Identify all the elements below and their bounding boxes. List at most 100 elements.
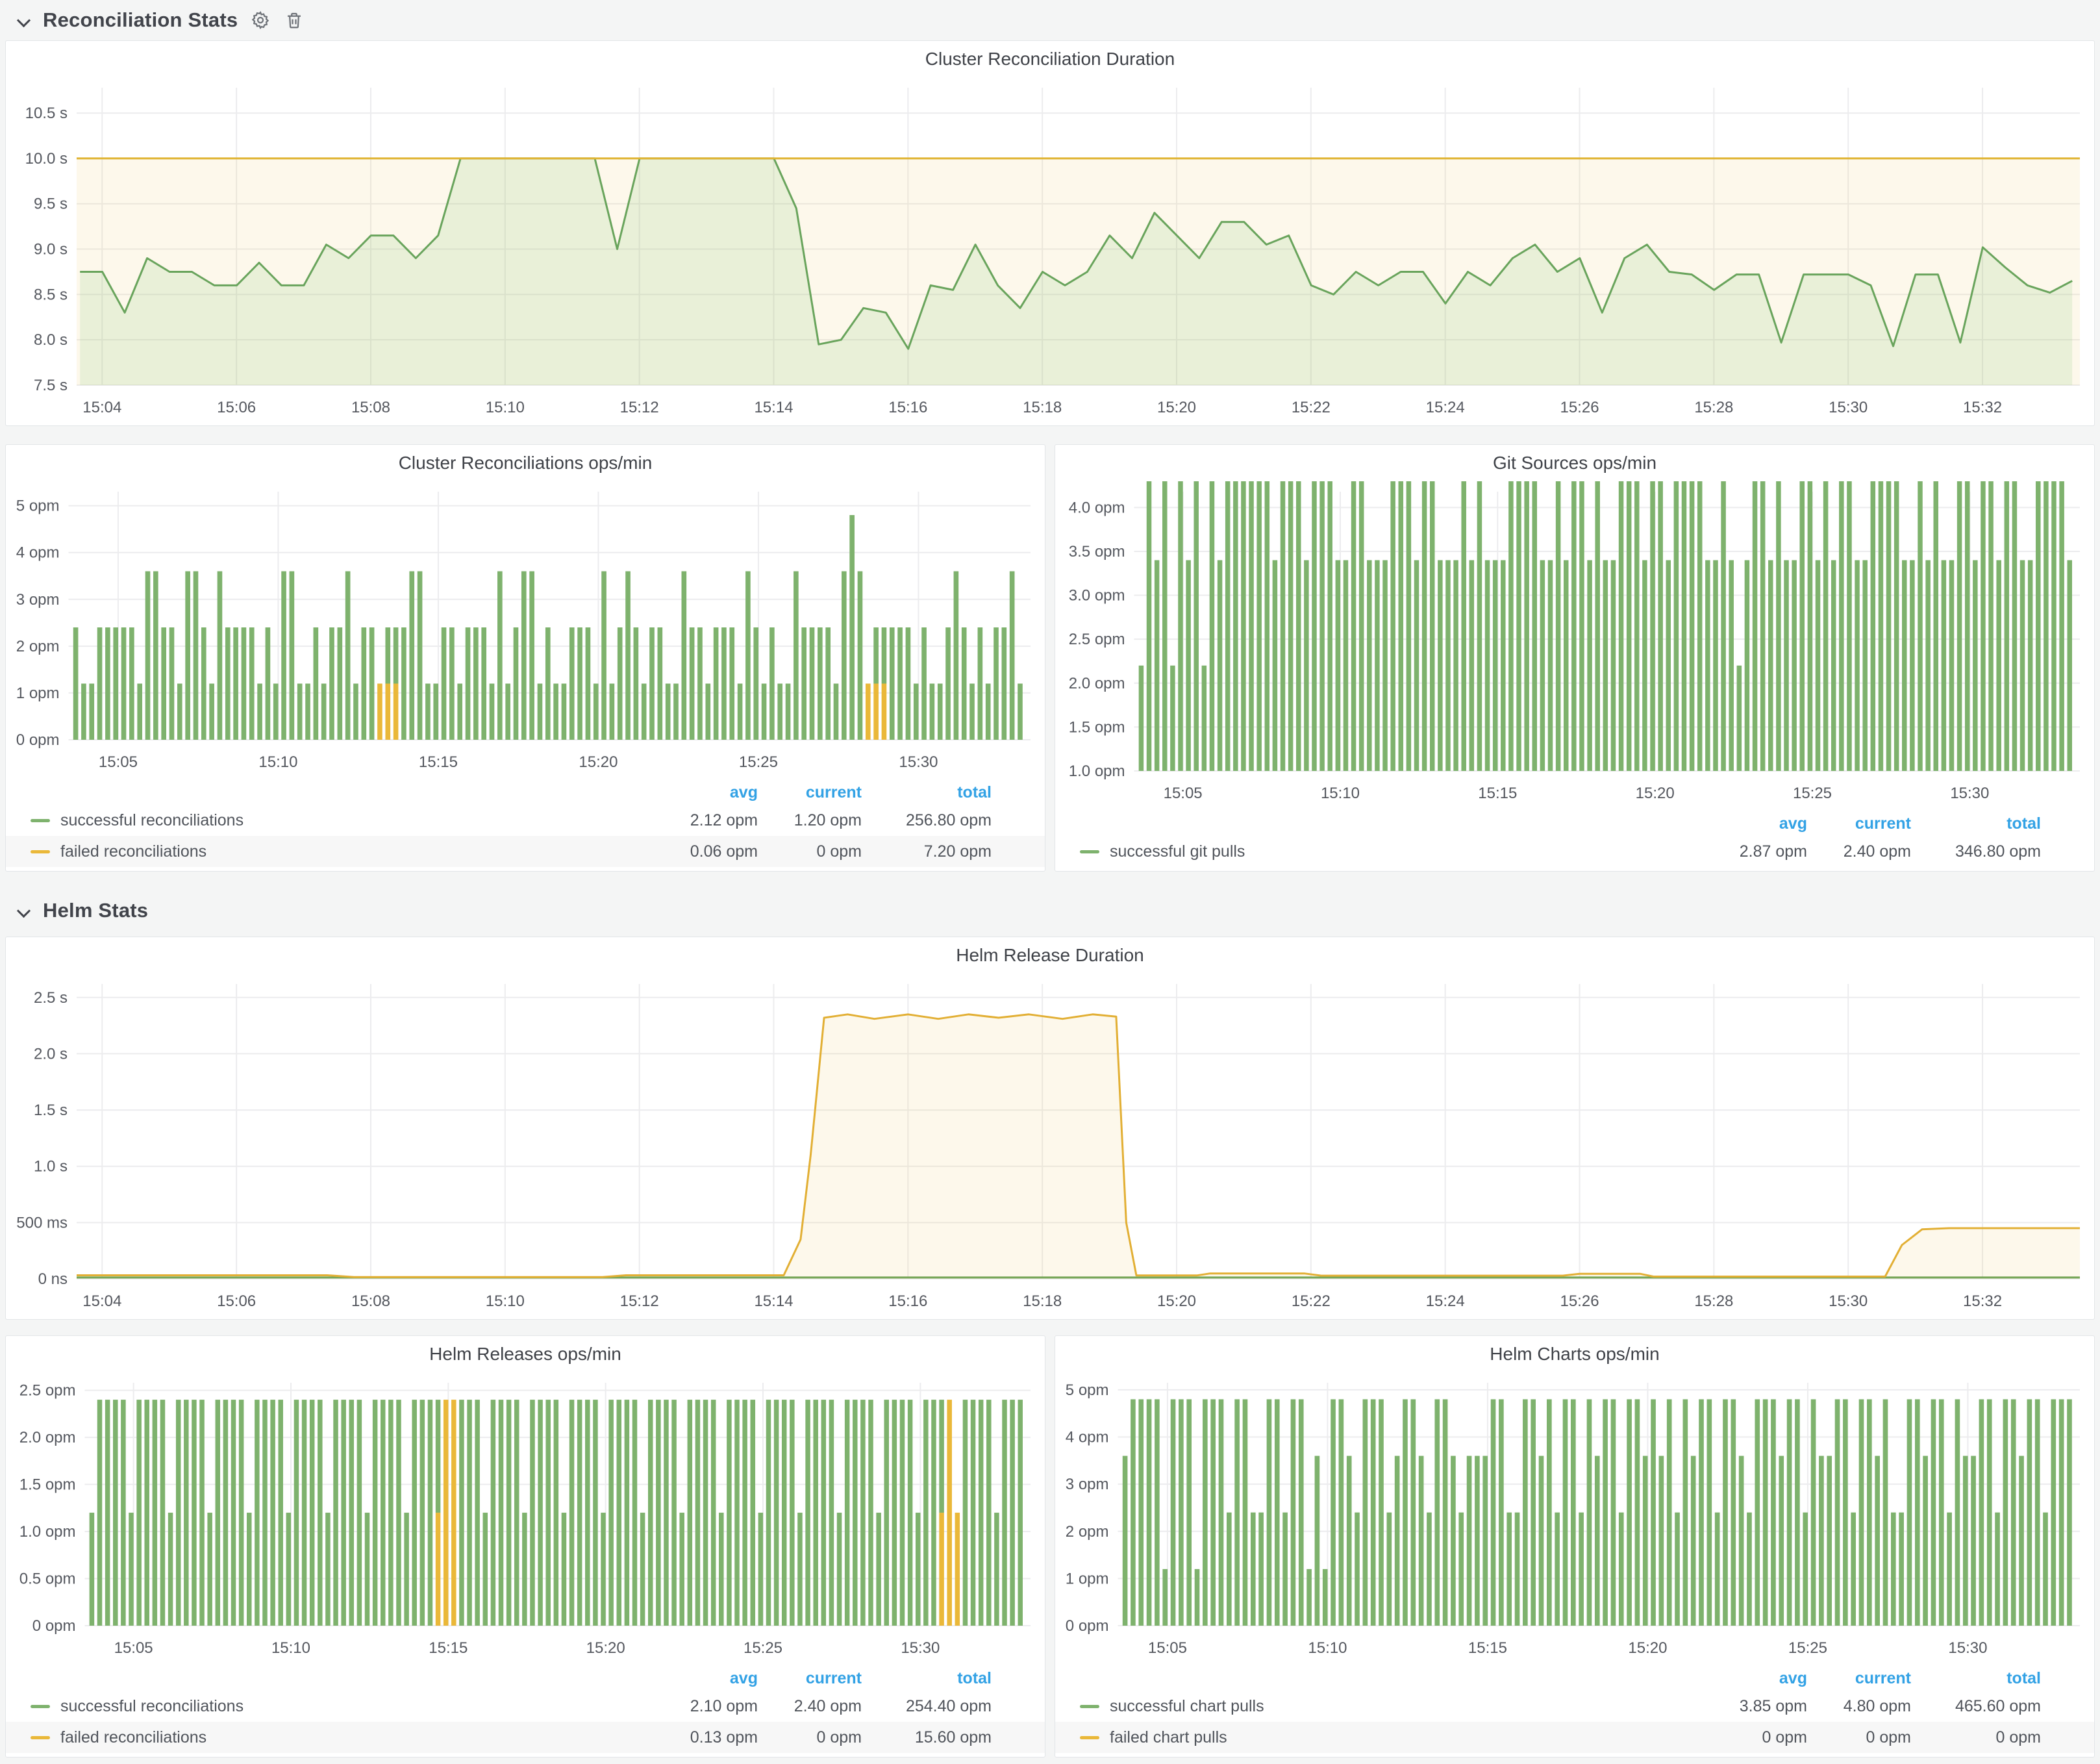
- legend-header-current[interactable]: current: [758, 1669, 862, 1688]
- bar-success: [1915, 1399, 1920, 1626]
- chart-canvas[interactable]: 15:0515:1015:1515:2015:2515:300 opm1 opm…: [1055, 1372, 2094, 1666]
- bar-success: [1931, 1399, 1936, 1626]
- y-tick-label: 9.0 s: [34, 241, 68, 258]
- bar-success: [2051, 481, 2056, 771]
- legend-value-total: 0 opm: [1911, 1728, 2041, 1747]
- panel-title[interactable]: Cluster Reconciliation Duration: [6, 41, 2094, 77]
- chart-canvas[interactable]: 15:0415:0615:0815:1015:1215:1415:1615:18…: [6, 974, 2094, 1319]
- bar-success: [255, 1400, 260, 1626]
- x-tick-label: 15:20: [586, 1639, 625, 1657]
- bar-success: [314, 627, 319, 740]
- section-title: Helm Stats: [43, 899, 148, 922]
- legend-header-avg[interactable]: avg: [654, 783, 758, 802]
- legend-header-current[interactable]: current: [758, 783, 862, 802]
- chart-canvas[interactable]: 15:0515:1015:1515:2015:2515:300 opm0.5 o…: [6, 1372, 1045, 1666]
- x-tick-label: 15:25: [1788, 1639, 1827, 1657]
- bar-success: [1210, 1399, 1216, 1626]
- bar-success: [1139, 666, 1144, 771]
- bar-success: [1839, 481, 1844, 771]
- legend-series-toggle[interactable]: failed chart pulls: [1080, 1728, 1703, 1747]
- bar-success: [420, 1400, 425, 1626]
- bar-success: [1691, 1456, 1696, 1626]
- bar-success: [425, 684, 431, 740]
- bar-success: [1331, 1399, 1336, 1626]
- x-tick-label: 15:15: [429, 1639, 468, 1657]
- legend-series-toggle[interactable]: successful reconciliations: [31, 811, 654, 830]
- bar-success: [1475, 1456, 1480, 1626]
- x-tick-label: 15:20: [1157, 1292, 1196, 1310]
- x-tick-label: 15:04: [82, 399, 121, 416]
- bar-success: [475, 1400, 480, 1626]
- bar-success: [719, 1513, 724, 1626]
- panel-title[interactable]: Helm Releases ops/min: [6, 1336, 1045, 1372]
- y-tick-label: 1.0 opm: [19, 1523, 76, 1541]
- section-header-helm-stats[interactable]: Helm Stats: [5, 894, 2095, 927]
- bar-success: [538, 684, 543, 740]
- bar-success: [249, 627, 255, 740]
- x-tick-label: 15:10: [1321, 785, 1360, 802]
- chart-canvas[interactable]: 15:0415:0615:0815:1015:1215:1415:1615:18…: [6, 77, 2094, 425]
- panel-title[interactable]: Git Sources ops/min: [1055, 445, 2094, 481]
- bar-success: [1555, 1513, 1560, 1626]
- bar-success: [1658, 481, 1663, 771]
- bar-success: [1233, 481, 1238, 771]
- bar-success: [648, 1400, 653, 1626]
- legend-series-toggle[interactable]: successful reconciliations: [31, 1697, 654, 1716]
- bar-success: [931, 1400, 936, 1626]
- chart-canvas[interactable]: 15:0515:1015:1515:2015:2515:301.0 opm1.5…: [1055, 481, 2094, 811]
- bar-success: [786, 684, 791, 740]
- panel-title[interactable]: Helm Charts ops/min: [1055, 1336, 2094, 1372]
- legend-header-avg[interactable]: avg: [1703, 1669, 1807, 1688]
- bar-success: [1650, 481, 1655, 771]
- bar-success: [266, 627, 271, 740]
- panel-title[interactable]: Helm Release Duration: [6, 937, 2094, 974]
- legend-series-toggle[interactable]: successful chart pulls: [1080, 1697, 1703, 1716]
- bar-success: [1587, 1399, 1592, 1626]
- bar-success: [1973, 560, 1978, 771]
- gear-icon[interactable]: [249, 9, 271, 31]
- x-tick-label: 15:30: [1948, 1639, 1987, 1657]
- bar-success: [1523, 1399, 1528, 1626]
- bar-success: [1831, 560, 1836, 771]
- bar-success: [656, 1400, 661, 1626]
- section-header-reconciliation-stats[interactable]: Reconciliation Stats: [5, 0, 2095, 40]
- legend-value-current: 1.20 opm: [758, 811, 862, 830]
- legend-header-total[interactable]: total: [862, 1669, 992, 1688]
- bar-success: [2043, 1513, 2048, 1626]
- legend-series-toggle[interactable]: failed reconciliations: [31, 1728, 654, 1747]
- legend-header-total[interactable]: total: [862, 783, 992, 802]
- legend-header-current[interactable]: current: [1807, 1669, 1911, 1688]
- bar-success: [522, 1513, 527, 1626]
- bar-success: [1162, 481, 1168, 771]
- bar-success: [373, 1400, 378, 1626]
- legend-series-toggle[interactable]: failed reconciliations: [31, 842, 654, 861]
- legend-series-dash: [1080, 850, 1099, 853]
- bar-success: [1406, 481, 1412, 771]
- legend-header-avg[interactable]: avg: [654, 1669, 758, 1688]
- bar-success: [2019, 1456, 2024, 1626]
- bar-success: [794, 572, 799, 740]
- bar-success: [1603, 560, 1608, 771]
- bar-success: [401, 627, 406, 740]
- bar-success: [697, 627, 703, 740]
- bar-success: [666, 684, 671, 740]
- bar-success: [1219, 1399, 1224, 1626]
- bar-success: [1299, 1399, 1304, 1626]
- y-tick-label: 2 opm: [16, 638, 60, 655]
- chart-canvas[interactable]: 15:0515:1015:1515:2015:2515:300 opm1 opm…: [6, 481, 1045, 780]
- panel-title[interactable]: Cluster Reconciliations ops/min: [6, 445, 1045, 481]
- bar-success: [577, 627, 582, 740]
- bar-success: [829, 1400, 834, 1626]
- legend-header-total[interactable]: total: [1911, 814, 2041, 833]
- bar-success: [490, 684, 495, 740]
- legend-value-total: 256.80 opm: [862, 811, 992, 830]
- legend-value-avg: 2.87 opm: [1703, 842, 1807, 861]
- bar-success: [1816, 560, 1821, 771]
- trash-icon[interactable]: [283, 9, 305, 31]
- legend-header-total[interactable]: total: [1911, 1669, 2041, 1688]
- bar-success: [1771, 1399, 1776, 1626]
- legend-header-avg[interactable]: avg: [1703, 814, 1807, 833]
- legend-series-toggle[interactable]: successful git pulls: [1080, 842, 1703, 861]
- bar-success: [711, 1400, 716, 1626]
- legend-header-current[interactable]: current: [1807, 814, 1911, 833]
